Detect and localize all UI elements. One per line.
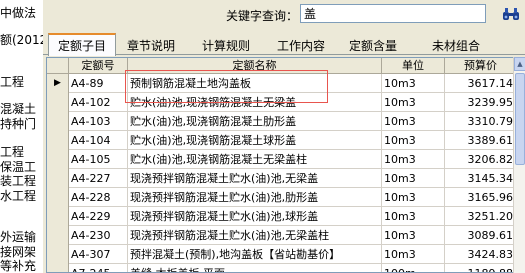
cell-unit: 10m3 — [382, 131, 445, 150]
cell-price: 3145.34 — [445, 169, 517, 188]
table-row[interactable]: ▶ A4-89 预制钢筋混凝土地沟盖板 10m3 3617.14 — [47, 74, 517, 93]
cell-unit: 10m3 — [382, 74, 445, 93]
tab-work-content[interactable]: 工作内容 — [271, 35, 331, 55]
table-row[interactable]: A4-104 贮水(油)池,现浇钢筋混凝土球形盖 10m3 3389.61 — [47, 131, 517, 150]
cell-code: A4-230 — [69, 226, 128, 245]
cell-name: 现浇预拌钢筋混凝土贮水(油)池,无梁盖 — [128, 169, 382, 188]
cell-price: 3251.20 — [445, 207, 517, 226]
cell-code: A7-245 — [69, 264, 128, 272]
search-button[interactable] — [501, 4, 521, 24]
cell-price: 3089.61 — [445, 226, 517, 245]
row-indicator — [47, 207, 69, 226]
cell-code: A4-103 — [69, 112, 128, 131]
table-row[interactable]: A4-105 贮水(油)池,现浇钢筋混凝土无梁盖柱 10m3 3206.82 — [47, 150, 517, 169]
table-row[interactable]: A4-230 现浇预拌钢筋混凝土贮水(油)池,无梁盖柱 10m3 3089.61 — [47, 226, 517, 245]
tree-item[interactable]: 工程 — [0, 73, 24, 90]
cell-price: 3165.96 — [445, 188, 517, 207]
row-indicator — [47, 226, 69, 245]
cell-price: 3206.82 — [445, 150, 517, 169]
cell-unit: 100m — [382, 264, 445, 272]
table-row[interactable]: A4-229 现浇预拌钢筋混凝土贮水(油)池,球形盖 10m3 3251.20 — [47, 207, 517, 226]
tree-item[interactable]: 等补充 — [0, 257, 36, 273]
main-panel: 关键字查询： 定额子目 章节说明 计算规则 工作内容 定额含量 未材组合 定额号… — [43, 0, 525, 273]
row-indicator — [47, 169, 69, 188]
cell-name: 贮水(油)池,现浇钢筋混凝土无梁盖柱 — [128, 150, 382, 169]
tab-quota-items[interactable]: 定额子目 — [48, 33, 116, 56]
header-indicator — [47, 58, 69, 74]
row-indicator — [47, 150, 69, 169]
scroll-up-icon[interactable]: ▲ — [514, 57, 525, 71]
cell-price: 3424.83 — [445, 245, 517, 264]
cell-unit: 10m3 — [382, 226, 445, 245]
tree-item[interactable]: 持种门 — [0, 115, 36, 132]
cell-name: 现浇预拌钢筋混凝土贮水(油)池,球形盖 — [128, 207, 382, 226]
cell-name: 预拌混凝土(预制),地沟盖板【省站勘基价】 — [128, 245, 382, 264]
header-code[interactable]: 定额号 — [69, 58, 128, 74]
row-indicator — [47, 188, 69, 207]
vertical-scrollbar[interactable]: ▲ — [513, 57, 525, 273]
cell-price: 1189.88 — [445, 264, 517, 272]
tab-chapter-notes[interactable]: 章节说明 — [121, 35, 181, 55]
cell-name: 贮水(油)池,现浇钢筋混凝土球形盖 — [128, 131, 382, 150]
cell-price: 3389.61 — [445, 131, 517, 150]
cell-unit: 10m3 — [382, 93, 445, 112]
tab-bar: 定额子目 章节说明 计算规则 工作内容 定额含量 未材组合 — [43, 33, 525, 56]
cell-price: 3310.79 — [445, 112, 517, 131]
binoculars-icon — [503, 8, 519, 20]
table-row[interactable]: A4-102 贮水(油)池,现浇钢筋混凝土无梁盖 10m3 3239.95 — [47, 93, 517, 112]
cell-code: A4-102 — [69, 93, 128, 112]
cell-price: 3239.95 — [445, 93, 517, 112]
cell-code: A4-229 — [69, 207, 128, 226]
search-input[interactable] — [300, 4, 486, 23]
current-row-arrow-icon: ▶ — [47, 74, 69, 93]
row-indicator — [47, 264, 69, 272]
header-price[interactable]: 预算价 — [445, 58, 517, 74]
cell-unit: 10m3 — [382, 112, 445, 131]
left-top-text: 中做法 — [0, 6, 37, 20]
cell-code: A4-89 — [69, 74, 128, 93]
tab-material-combo[interactable]: 未材组合 — [423, 35, 489, 55]
row-indicator — [47, 93, 69, 112]
search-bar: 关键字查询： — [43, 0, 525, 30]
cell-unit: 10m3 — [382, 188, 445, 207]
cell-unit: 10m3 — [382, 150, 445, 169]
table-header: 定额号 定额名称 单位 预算价 — [47, 58, 517, 74]
table-row[interactable]: A7-245 盖缝 木板盖板 平面 100m 1189.88 — [47, 264, 517, 272]
table-row[interactable]: A4-227 现浇预拌钢筋混凝土贮水(油)池,无梁盖 10m3 3145.34 — [47, 169, 517, 188]
cell-name: 盖缝 木板盖板 平面 — [128, 264, 382, 272]
cell-price: 3617.14 — [445, 74, 517, 93]
table-row[interactable]: A4-228 现浇预拌钢筋混凝土贮水(油)池,肋形盖 10m3 3165.96 — [47, 188, 517, 207]
tab-quota-content[interactable]: 定额含量 — [343, 35, 403, 55]
cell-name: 预制钢筋混凝土地沟盖板 — [128, 74, 382, 93]
cell-code: A4-228 — [69, 188, 128, 207]
cell-code: A4-227 — [69, 169, 128, 188]
left-title: 额(2012 — [0, 33, 48, 47]
table-row[interactable]: A4-103 贮水(油)池,现浇钢筋混凝土肋形盖 10m3 3310.79 — [47, 112, 517, 131]
cell-unit: 10m3 — [382, 169, 445, 188]
cell-name: 贮水(油)池,现浇钢筋混凝土无梁盖 — [128, 93, 382, 112]
cell-name: 贮水(油)池,现浇钢筋混凝土肋形盖 — [128, 112, 382, 131]
cell-name: 现浇预拌钢筋混凝土贮水(油)池,肋形盖 — [128, 188, 382, 207]
cell-code: A4-307 — [69, 245, 128, 264]
quota-table: 定额号 定额名称 单位 预算价 ▶ A4-89 预制钢筋混凝土地沟盖板 10m3… — [46, 57, 525, 273]
row-indicator — [47, 112, 69, 131]
cell-unit: 10m3 — [382, 245, 445, 264]
cell-unit: 10m3 — [382, 207, 445, 226]
header-unit[interactable]: 单位 — [382, 58, 445, 74]
header-name[interactable]: 定额名称 — [128, 58, 382, 74]
table-row[interactable]: A4-307 预拌混凝土(预制),地沟盖板【省站勘基价】 10m3 3424.8… — [47, 245, 517, 264]
search-label: 关键字查询： — [226, 9, 299, 23]
cell-code: A4-104 — [69, 131, 128, 150]
row-indicator — [47, 245, 69, 264]
cell-name: 现浇预拌钢筋混凝土贮水(油)池,无梁盖柱 — [128, 226, 382, 245]
cell-code: A4-105 — [69, 150, 128, 169]
scrollbar-thumb[interactable] — [515, 73, 525, 165]
left-tree-panel: 中做法 额(2012 工程 混凝土 持种门 工程 保温工 装工程 水工程 外运输… — [0, 0, 48, 273]
row-indicator — [47, 131, 69, 150]
tree-item[interactable]: 水工程 — [0, 187, 36, 204]
tab-calc-rules[interactable]: 计算规则 — [193, 35, 259, 55]
